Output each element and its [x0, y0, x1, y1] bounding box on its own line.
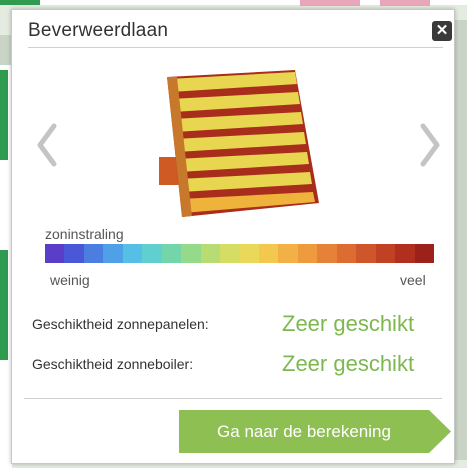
- color-scale-step: [375, 244, 396, 263]
- suitability-boiler-value: Zeer geschikt: [282, 351, 415, 376]
- color-scale-step: [122, 244, 143, 263]
- popup-title: Beverweerdlaan: [28, 20, 169, 41]
- divider: [24, 398, 442, 399]
- calculate-button-label: Ga naar de berekening: [217, 422, 391, 441]
- color-scale-step: [83, 244, 104, 263]
- close-icon[interactable]: ✕: [432, 21, 452, 41]
- calculate-button[interactable]: Ga naar de berekening: [179, 410, 454, 453]
- suitability-panels-value: Zeer geschikt: [282, 311, 415, 336]
- suitability-panels-label: Geschiktheid zonnepanelen:: [32, 316, 209, 332]
- chevron-left-icon[interactable]: [34, 122, 60, 168]
- color-scale-step: [356, 244, 376, 263]
- color-scale-step: [278, 244, 298, 263]
- color-scale-step: [395, 244, 415, 263]
- color-scale-step: [64, 244, 84, 263]
- color-scale-step: [142, 244, 162, 263]
- building-popup: Beverweerdlaan ✕ zoninstraling weinig ve…: [11, 9, 455, 464]
- color-scale-step: [297, 244, 318, 263]
- legend-low-label: weinig: [50, 272, 90, 288]
- color-scale-step: [258, 244, 279, 263]
- suitability-boiler-label: Geschiktheid zonneboiler:: [32, 356, 194, 372]
- chevron-right-icon[interactable]: [417, 122, 443, 168]
- color-scale-step: [336, 244, 357, 263]
- color-scale-step: [239, 244, 259, 263]
- roof-image: [159, 70, 319, 217]
- color-scale-step: [317, 244, 337, 263]
- legend-title: zoninstraling: [45, 226, 124, 242]
- legend-high-label: veel: [400, 272, 426, 288]
- divider: [28, 47, 443, 48]
- color-scale-step: [45, 244, 65, 263]
- color-scale-step: [181, 244, 201, 263]
- color-scale-step: [200, 244, 221, 263]
- color-scale: [45, 244, 435, 263]
- color-scale-step: [414, 244, 435, 263]
- color-scale-step: [220, 244, 240, 263]
- color-scale-step: [103, 244, 123, 263]
- color-scale-step: [161, 244, 182, 263]
